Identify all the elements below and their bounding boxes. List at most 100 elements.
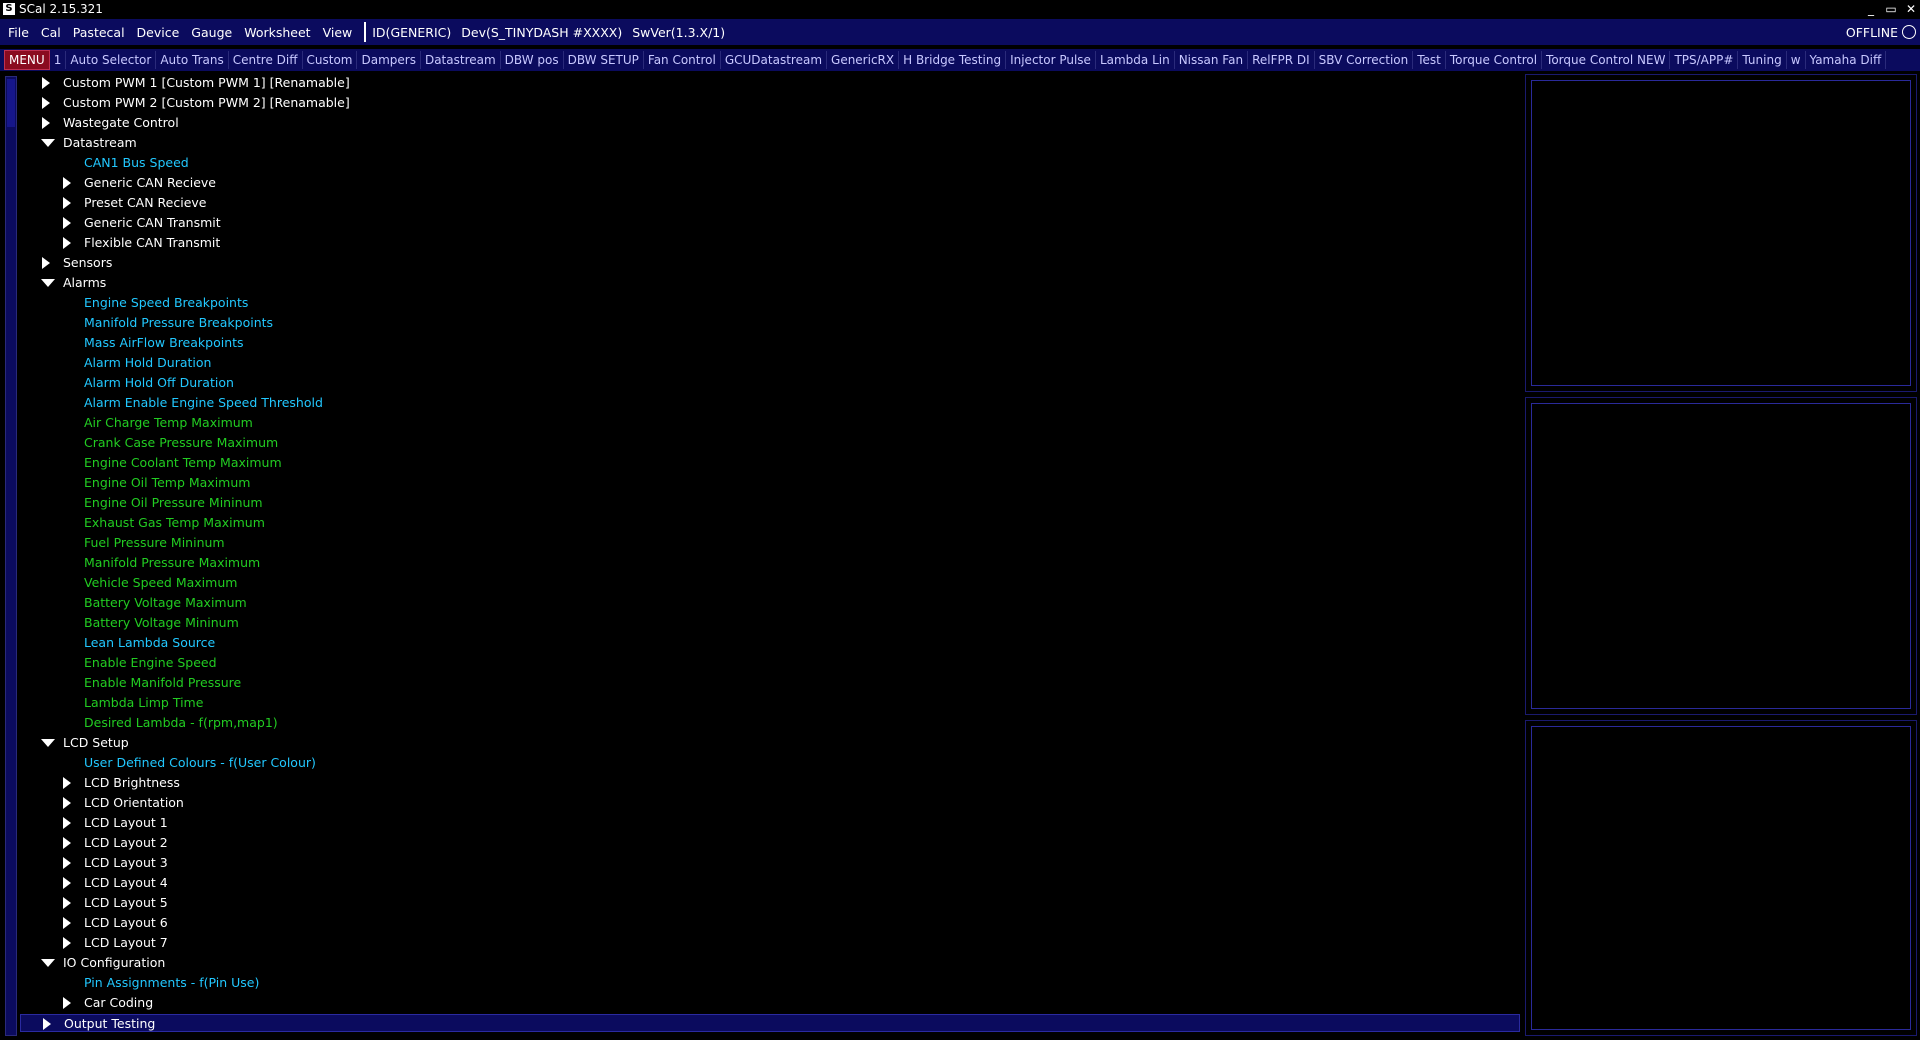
tree-item-label[interactable]: CAN1 Bus Speed <box>84 155 189 170</box>
worksheet-tab[interactable]: Fan Control <box>644 51 721 69</box>
tree-item[interactable]: Flexible CAN Transmit <box>20 234 1520 252</box>
worksheet-tab[interactable]: Dampers <box>357 51 421 69</box>
tree-item-label[interactable]: Manifold Pressure Breakpoints <box>84 315 273 330</box>
worksheet-tab[interactable]: Nissan Fan <box>1175 51 1249 69</box>
tree-item-label[interactable]: Engine Speed Breakpoints <box>84 295 248 310</box>
worksheet-tab[interactable]: Test <box>1413 51 1446 69</box>
minimize-icon[interactable]: _ <box>1864 2 1878 16</box>
tree-item[interactable]: Datastream <box>20 134 1520 152</box>
tree-item-label[interactable]: Lean Lambda Source <box>84 635 215 650</box>
menu-device[interactable]: Device <box>137 25 180 40</box>
tree-item-label[interactable]: LCD Orientation <box>84 795 184 810</box>
tree-item[interactable]: Wastegate Control <box>20 114 1520 132</box>
tree-item-label[interactable]: Enable Manifold Pressure <box>84 675 241 690</box>
menu-gauge[interactable]: Gauge <box>191 25 232 40</box>
tree-item[interactable]: LCD Setup <box>20 734 1520 752</box>
tree-item-label[interactable]: Vehicle Speed Maximum <box>84 575 237 590</box>
tree-item-label[interactable]: Battery Voltage Maximum <box>84 595 247 610</box>
tree-item-label[interactable]: Custom PWM 2 [Custom PWM 2] [Renamable] <box>63 95 350 110</box>
tree-item[interactable]: IO Configuration <box>20 954 1520 972</box>
tree-item-label[interactable]: LCD Layout 2 <box>84 835 168 850</box>
tree-item[interactable]: Pin Assignments - f(Pin Use) <box>20 974 1520 992</box>
tree-item[interactable]: LCD Layout 4 <box>20 874 1520 892</box>
expand-arrow-icon[interactable] <box>63 177 71 189</box>
worksheet-tab[interactable]: Torque Control NEW <box>1542 51 1671 69</box>
tree-item[interactable]: Vehicle Speed Maximum <box>20 574 1520 592</box>
tree-item-label[interactable]: Preset CAN Recieve <box>84 195 207 210</box>
tree-item[interactable]: Sensors <box>20 254 1520 272</box>
restore-icon[interactable]: ▭ <box>1884 2 1898 16</box>
tree-item-label[interactable]: Air Charge Temp Maximum <box>84 415 253 430</box>
worksheet-tab[interactable]: GCUDatastream <box>721 51 828 69</box>
tree-item[interactable]: LCD Layout 5 <box>20 894 1520 912</box>
tree-item[interactable]: Alarm Hold Duration <box>20 354 1520 372</box>
tree-item[interactable]: Desired Lambda - f(rpm,map1) <box>20 714 1520 732</box>
tree-item[interactable]: Lean Lambda Source <box>20 634 1520 652</box>
expand-arrow-icon[interactable] <box>63 777 71 789</box>
tree-item[interactable]: LCD Layout 3 <box>20 854 1520 872</box>
expand-arrow-icon[interactable] <box>42 117 50 129</box>
tree-item[interactable]: LCD Layout 1 <box>20 814 1520 832</box>
worksheet-tab[interactable]: Centre Diff <box>229 51 303 69</box>
tree-item[interactable]: Fuel Pressure Mininum <box>20 534 1520 552</box>
tree-item-label[interactable]: Output Testing <box>64 1016 155 1031</box>
tree-item[interactable]: Engine Coolant Temp Maximum <box>20 454 1520 472</box>
tree-item[interactable]: LCD Orientation <box>20 794 1520 812</box>
tree-item[interactable]: Manifold Pressure Maximum <box>20 554 1520 572</box>
close-icon[interactable]: ✕ <box>1904 2 1918 16</box>
expand-arrow-icon[interactable] <box>43 1018 51 1030</box>
menu-tab[interactable]: MENU <box>4 50 50 70</box>
tree-item-label[interactable]: Desired Lambda - f(rpm,map1) <box>84 715 278 730</box>
worksheet-tab[interactable]: Yamaha Diff <box>1806 51 1887 69</box>
tree-item[interactable]: Air Charge Temp Maximum <box>20 414 1520 432</box>
collapse-arrow-icon[interactable] <box>41 959 55 967</box>
tree-item[interactable]: Car Coding <box>20 994 1520 1012</box>
expand-arrow-icon[interactable] <box>63 237 71 249</box>
worksheet-tab[interactable]: Auto Trans <box>156 51 229 69</box>
tree-item[interactable]: Battery Voltage Maximum <box>20 594 1520 612</box>
tree-item[interactable]: LCD Layout 2 <box>20 834 1520 852</box>
tree-item-label[interactable]: LCD Layout 1 <box>84 815 168 830</box>
tree-item-label[interactable]: LCD Brightness <box>84 775 180 790</box>
expand-arrow-icon[interactable] <box>42 257 50 269</box>
expand-arrow-icon[interactable] <box>63 817 71 829</box>
worksheet-tab[interactable]: Auto Selector <box>66 51 157 69</box>
tree-item-label[interactable]: Fuel Pressure Mininum <box>84 535 225 550</box>
tree-item[interactable]: Engine Oil Temp Maximum <box>20 474 1520 492</box>
tree-item-label[interactable]: Alarm Enable Engine Speed Threshold <box>84 395 323 410</box>
expand-arrow-icon[interactable] <box>63 217 71 229</box>
worksheet-tab[interactable]: Injector Pulse <box>1006 51 1096 69</box>
tree-item[interactable]: Mass AirFlow Breakpoints <box>20 334 1520 352</box>
worksheet-tab[interactable]: GenericRX <box>827 51 900 69</box>
menu-pastecal[interactable]: Pastecal <box>73 25 125 40</box>
tree-item-label[interactable]: Lambda Limp Time <box>84 695 203 710</box>
tree-item-label[interactable]: Alarms <box>63 275 106 290</box>
expand-arrow-icon[interactable] <box>63 797 71 809</box>
tree-item-label[interactable]: Engine Coolant Temp Maximum <box>84 455 282 470</box>
tree-item[interactable]: Manifold Pressure Breakpoints <box>20 314 1520 332</box>
expand-arrow-icon[interactable] <box>63 877 71 889</box>
tree-item-label[interactable]: Engine Oil Temp Maximum <box>84 475 250 490</box>
expand-arrow-icon[interactable] <box>63 897 71 909</box>
worksheet-tab[interactable]: SBV Correction <box>1315 51 1414 69</box>
tree-item-label[interactable]: LCD Layout 6 <box>84 915 168 930</box>
tree-item[interactable]: Enable Manifold Pressure <box>20 674 1520 692</box>
worksheet-tab[interactable]: RelFPR DI <box>1248 51 1315 69</box>
tree-item[interactable]: LCD Brightness <box>20 774 1520 792</box>
tree-item-label[interactable]: Mass AirFlow Breakpoints <box>84 335 244 350</box>
worksheet-tab[interactable]: 1 <box>50 51 67 69</box>
scrollbar-thumb[interactable] <box>7 79 15 127</box>
worksheet-tab[interactable]: DBW SETUP <box>564 51 644 69</box>
tree-item-label[interactable]: Exhaust Gas Temp Maximum <box>84 515 265 530</box>
worksheet-tab[interactable]: TPS/APP# <box>1670 51 1739 69</box>
expand-arrow-icon[interactable] <box>63 937 71 949</box>
worksheet-tab[interactable]: Torque Control <box>1446 51 1543 69</box>
tree-item[interactable]: Alarm Hold Off Duration <box>20 374 1520 392</box>
expand-arrow-icon[interactable] <box>63 857 71 869</box>
tree-item[interactable]: Generic CAN Recieve <box>20 174 1520 192</box>
tree-item[interactable]: Battery Voltage Mininum <box>20 614 1520 632</box>
expand-arrow-icon[interactable] <box>63 837 71 849</box>
tree-item-label[interactable]: Manifold Pressure Maximum <box>84 555 260 570</box>
tree-item[interactable]: Exhaust Gas Temp Maximum <box>20 514 1520 532</box>
tree-item-label[interactable]: User Defined Colours - f(User Colour) <box>84 755 316 770</box>
